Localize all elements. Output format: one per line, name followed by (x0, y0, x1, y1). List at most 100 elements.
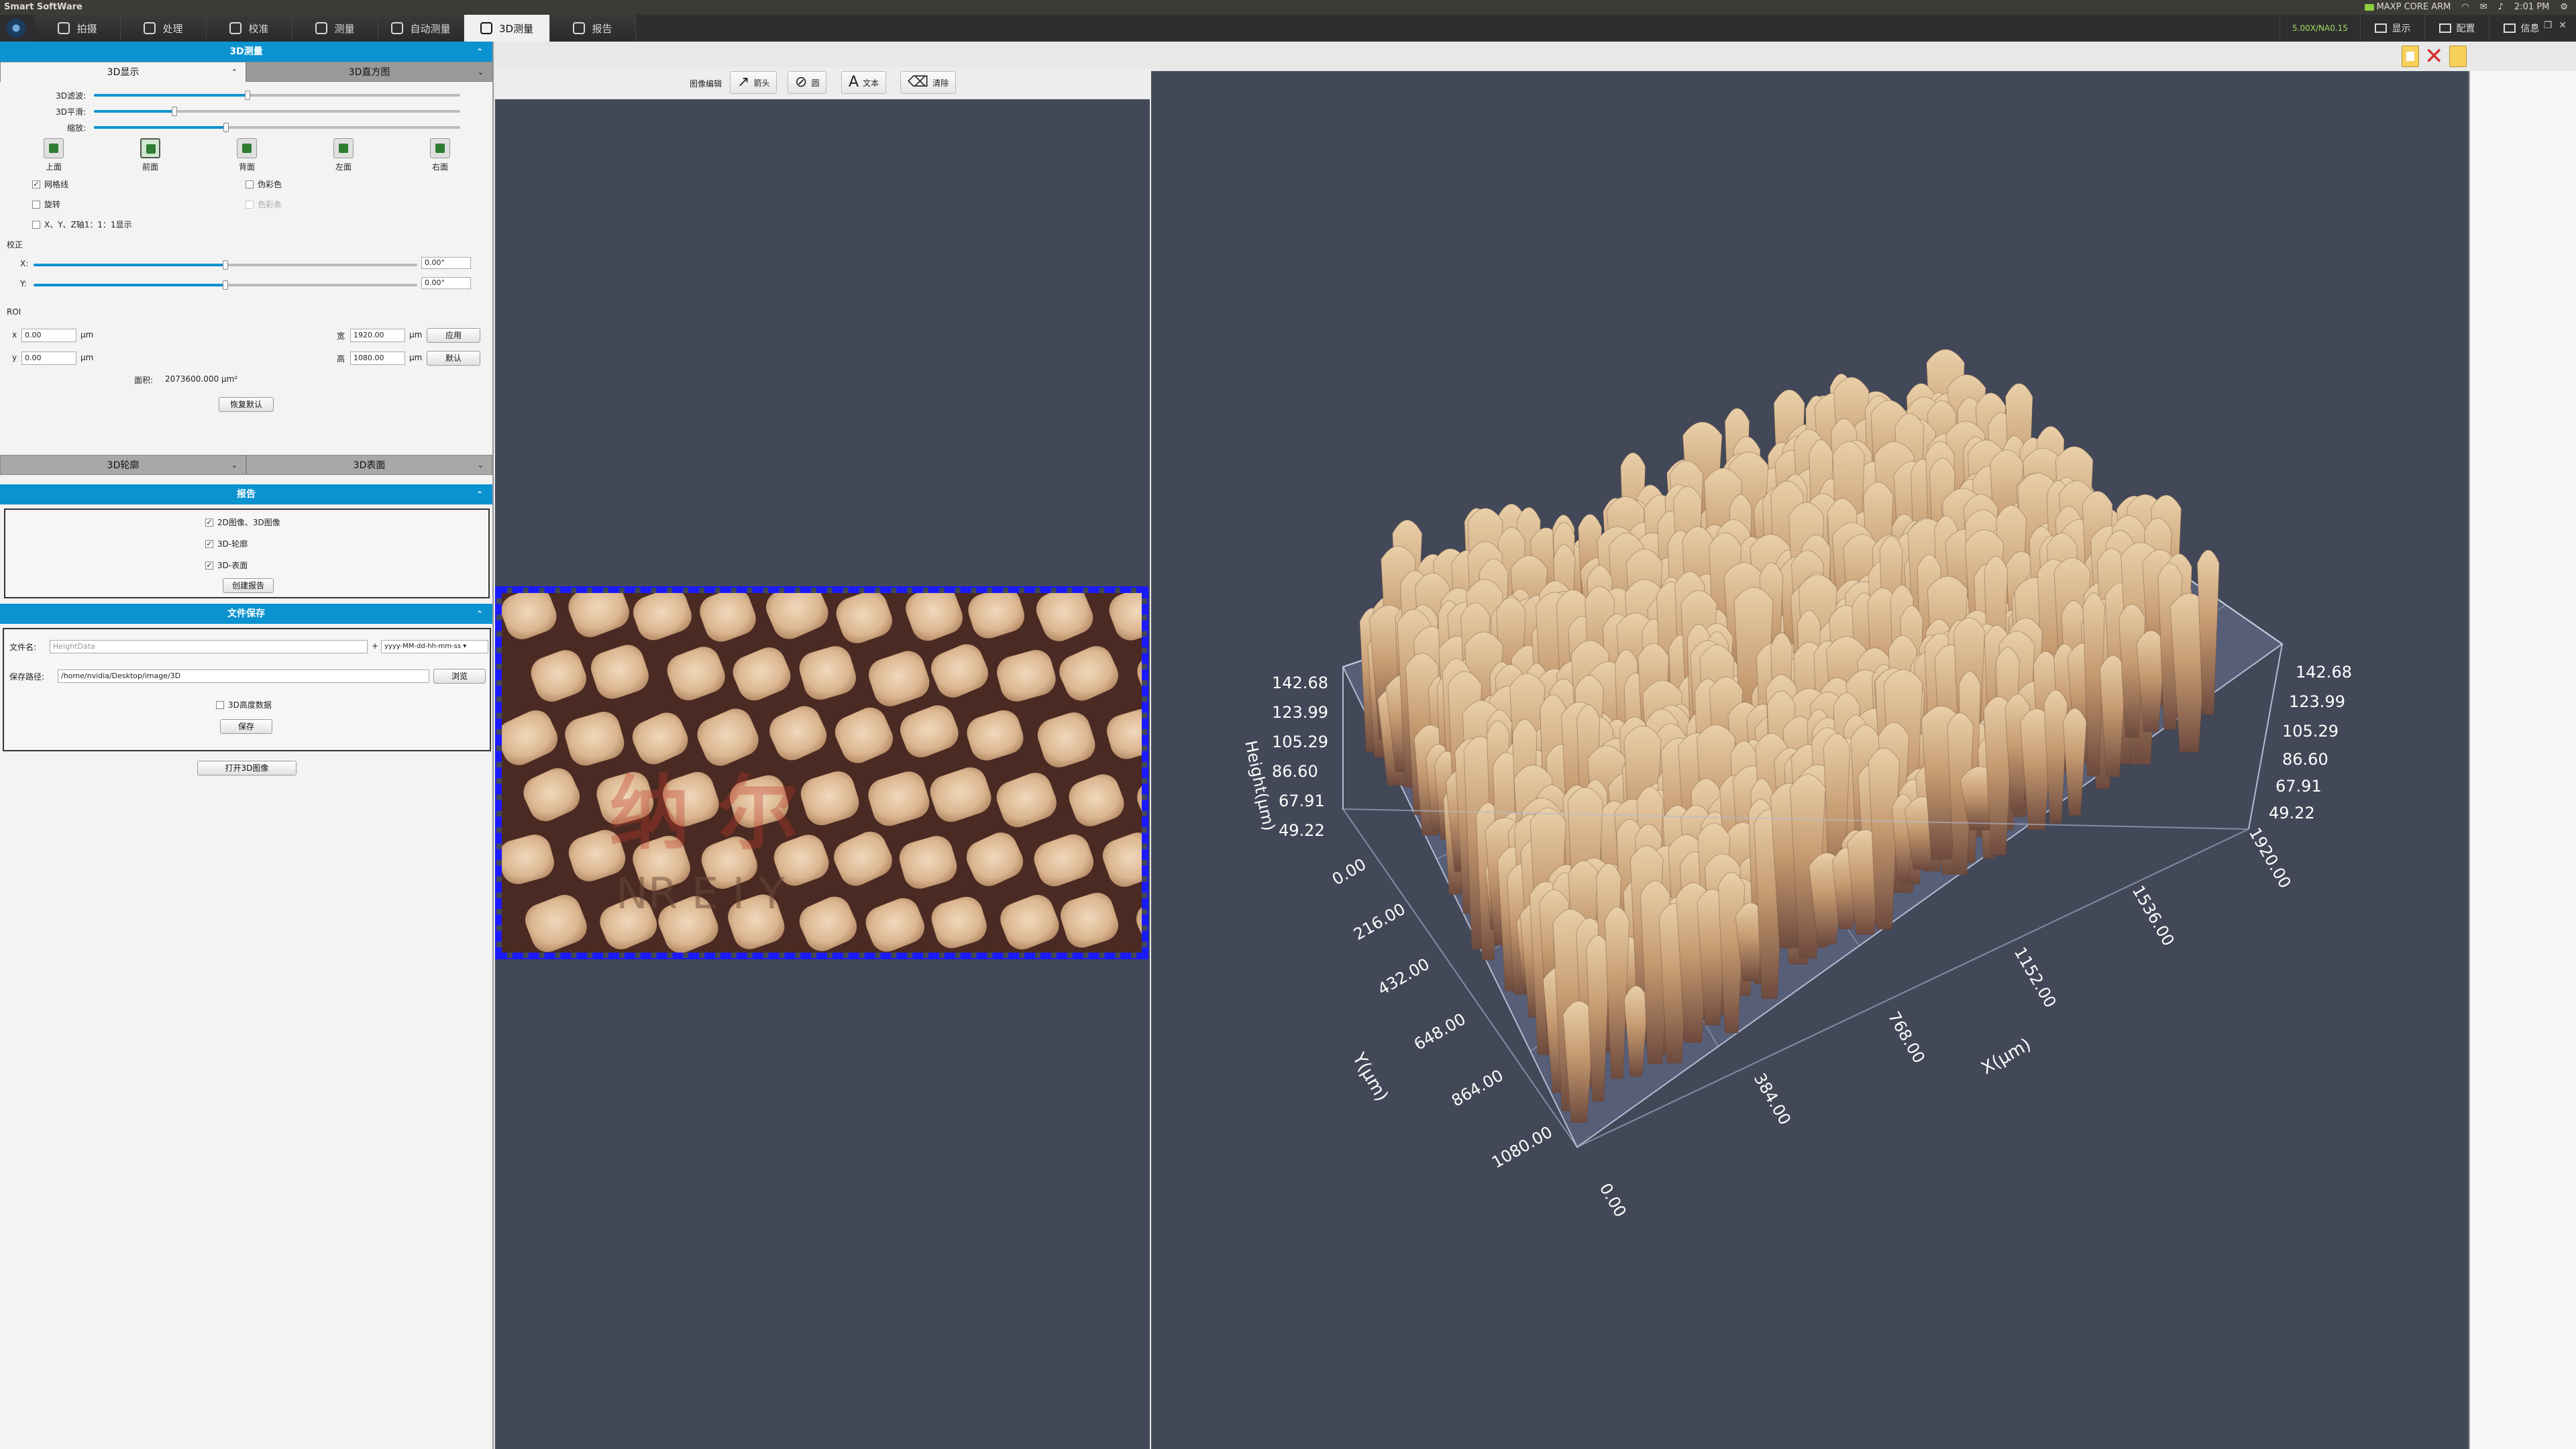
tab-process[interactable]: 处理 (121, 15, 207, 42)
text-tool-button[interactable]: A 文本 (841, 71, 887, 94)
roi-default-button[interactable]: 默认 (427, 351, 480, 366)
filter-slider[interactable] (94, 91, 460, 100)
3d-cube-icon (480, 22, 492, 34)
smooth-slider[interactable] (94, 107, 460, 116)
measure-icon (315, 22, 328, 34)
view-right-icon (430, 138, 450, 158)
gpu-chip-icon (2364, 3, 2374, 11)
volume-icon[interactable]: ♪ (2498, 0, 2504, 15)
correction-x-value[interactable]: 0.00° (421, 257, 471, 269)
correction-y-handle[interactable] (223, 280, 228, 290)
tab-list: 拍摄 处理 校准 测量 自动测量 3D测量 报告 (35, 15, 636, 42)
view-left-button[interactable]: 左面 (317, 138, 370, 172)
image-2d-view[interactable]: 纳 尔 NR E I Y (495, 99, 1150, 1449)
smooth-slider-handle[interactable] (172, 107, 178, 116)
correction-x-slider[interactable] (34, 260, 417, 270)
zoom-label: 缩放: (66, 123, 86, 133)
process-icon (144, 22, 156, 34)
report-surface-checkbox[interactable]: ✓ 3D-表面 (205, 559, 248, 571)
surface-spikes (1359, 349, 2220, 1123)
section-header-report[interactable]: 报告 ⌃ (0, 484, 492, 504)
roi-y-input[interactable]: 0.00 (21, 352, 76, 365)
tab-calibrate[interactable]: 校准 (207, 15, 292, 42)
close-red-icon[interactable]: ✕ (2424, 45, 2444, 68)
folder-icon[interactable] (2449, 46, 2467, 67)
zoom-slider-handle[interactable] (223, 123, 229, 132)
mail-icon[interactable]: ✉ (2480, 0, 2487, 15)
save-button[interactable]: 保存 (220, 719, 272, 734)
grid-checkbox[interactable]: ✓ 网格线 (32, 178, 68, 190)
x-tick: 1536.00 (2129, 882, 2178, 949)
browse-button[interactable]: 浏览 (433, 669, 486, 684)
roi-apply-button[interactable]: 应用 (427, 328, 480, 343)
tab-auto-measure[interactable]: 自动测量 (378, 15, 464, 42)
roi-selection-frame[interactable]: 纳 尔 NR E I Y (495, 586, 1148, 959)
open-3d-image-button[interactable]: 打开3D图像 (197, 761, 297, 775)
wifi-icon[interactable]: ◠ (2461, 0, 2469, 15)
window-title: Smart SoftWare (4, 2, 83, 12)
clock[interactable]: 2:01 PM (2514, 0, 2549, 15)
section-header-3d[interactable]: 3D测量 ⌃ (0, 42, 492, 62)
tray-brand[interactable]: MAXP CORE ARM (2364, 0, 2451, 15)
window-controls[interactable]: –❐✕ (2532, 20, 2573, 31)
view-top-button[interactable]: 上面 (27, 138, 80, 172)
colorbar-checkbox[interactable]: 色彩条 (246, 199, 282, 210)
y-tick: 432.00 (1375, 955, 1433, 999)
pseudo-color-checkbox[interactable]: 伪彩色 (246, 178, 282, 190)
subtabs-3d: 3D显示 ⌃ 3D直方图 ⌄ (0, 62, 492, 82)
clear-tool-button[interactable]: ⌫ 清除 (900, 71, 957, 94)
view-right-button[interactable]: 右面 (413, 138, 467, 172)
config-button[interactable]: 配置 (2424, 15, 2489, 42)
view-back-icon (237, 138, 257, 158)
y-tick: 1080.00 (1489, 1122, 1556, 1172)
objective-indicator[interactable]: 5.00X/NA0.15 (2279, 15, 2360, 42)
file-save-section: 文件名: HeightData + yyyy-MM-dd-hh-mm-ss ▾ … (0, 624, 492, 785)
axis-ratio-checkbox[interactable]: X、Y、Z轴1：1：1显示 (32, 219, 132, 230)
tab-measure[interactable]: 测量 (292, 15, 378, 42)
settings-gear-icon[interactable]: ⚙ (2560, 0, 2568, 15)
subtab-3d-surface[interactable]: 3D表面 ⌄ (246, 455, 492, 475)
plot-3d-view[interactable]: 142.68 123.99 105.29 86.60 67.91 49.22 1… (1151, 71, 2469, 1449)
x-axis-label: X(µm) (1978, 1034, 2035, 1079)
subtab-3d-histogram[interactable]: 3D直方图 ⌄ (246, 62, 492, 82)
view-back-button[interactable]: 背面 (220, 138, 274, 172)
text-icon: A (849, 74, 859, 91)
create-report-button[interactable]: 创建报告 (223, 578, 274, 593)
correction-x-handle[interactable] (223, 260, 228, 270)
view-front-button[interactable]: 前面 (123, 138, 177, 172)
circle-icon: ⊘ (795, 74, 808, 91)
tab-3d-measure[interactable]: 3D测量 (464, 15, 550, 42)
save-path-input[interactable]: /home/nvidia/Desktop/image/3D (58, 669, 429, 683)
roi-width-input[interactable]: 1920.00 (350, 329, 405, 342)
roi-x-input[interactable]: 0.00 (21, 329, 76, 342)
arrow-tool-button[interactable]: ↗ 箭头 (730, 71, 777, 94)
slider-smooth-row: 3D平滑: (0, 103, 492, 119)
filter-slider-handle[interactable] (245, 91, 251, 100)
roi-height-input[interactable]: 1080.00 (350, 352, 405, 365)
camera-icon (58, 22, 70, 34)
correction-y-slider[interactable] (34, 280, 417, 290)
app-logo-icon[interactable] (3, 17, 30, 39)
zoom-slider[interactable] (94, 123, 460, 132)
display-button[interactable]: 显示 (2360, 15, 2424, 42)
report-icon (573, 22, 586, 34)
rotate-checkbox[interactable]: 旋转 (32, 199, 60, 210)
report-contour-checkbox[interactable]: ✓ 3D-轮廓 (205, 538, 248, 549)
filename-format-select[interactable]: yyyy-MM-dd-hh-mm-ss ▾ (381, 640, 488, 653)
tab-capture[interactable]: 拍摄 (35, 15, 121, 42)
subtab-3d-display[interactable]: 3D显示 ⌃ (0, 62, 246, 82)
save-file-icon[interactable] (2402, 46, 2419, 67)
right-side-strip (2469, 71, 2576, 1449)
tab-report[interactable]: 报告 (550, 15, 636, 42)
y-tick: 864.00 (1448, 1066, 1507, 1110)
height-data-checkbox[interactable]: 3D高度数据 (216, 699, 272, 710)
subtab-3d-contour[interactable]: 3D轮廓 ⌄ (0, 455, 246, 475)
report-2d3d-checkbox[interactable]: ✓ 2D图像、3D图像 (205, 517, 280, 528)
roi-area-label: 面积: (134, 376, 154, 385)
filename-input[interactable]: HeightData (50, 640, 368, 653)
circle-tool-button[interactable]: ⊘ 圆 (788, 71, 827, 94)
image-edit-toolbar: 图像编辑 ↗ 箭头 ⊘ 圆 A 文本 ⌫ 清除 (495, 67, 1152, 98)
restore-default-button[interactable]: 恢复默认 (219, 397, 274, 412)
section-header-file-save[interactable]: 文件保存 ⌃ (0, 604, 492, 624)
correction-y-value[interactable]: 0.00° (421, 277, 471, 289)
